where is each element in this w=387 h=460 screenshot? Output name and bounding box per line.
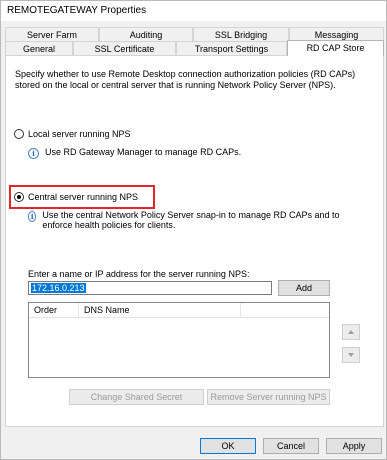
list-header: Order DNS Name: [29, 303, 329, 318]
server-address-input[interactable]: 172.16.0.213: [28, 281, 272, 295]
column-order[interactable]: Order: [29, 303, 79, 317]
tab-ssl-bridging[interactable]: SSL Bridging: [193, 27, 289, 41]
tab-server-farm[interactable]: Server Farm: [5, 27, 99, 41]
central-server-info-text: Use the central Network Policy Server sn…: [42, 210, 340, 230]
central-server-radio[interactable]: [14, 192, 24, 202]
local-server-label: Local server running NPS: [28, 129, 131, 139]
arrow-up-icon: [348, 330, 354, 334]
window-title: REMOTEGATEWAY Properties: [7, 5, 147, 16]
arrow-down-icon: [348, 353, 354, 357]
tab-ssl-certificate[interactable]: SSL Certificate: [73, 41, 176, 55]
central-server-info: i Use the central Network Policy Server …: [28, 210, 348, 230]
move-up-button[interactable]: [342, 324, 360, 340]
title-bar[interactable]: REMOTEGATEWAY Properties: [1, 1, 386, 21]
tab-messaging[interactable]: Messaging: [289, 27, 384, 41]
nps-server-list[interactable]: Order DNS Name: [28, 302, 330, 378]
local-server-radio[interactable]: [14, 129, 24, 139]
remove-server-button[interactable]: Remove Server running NPS: [207, 389, 330, 405]
tab-transport-settings[interactable]: Transport Settings: [176, 41, 287, 55]
server-entry-label: Enter a name or IP address for the serve…: [28, 269, 250, 279]
tab-general[interactable]: General: [5, 41, 73, 55]
info-icon: i: [28, 211, 37, 222]
cancel-button[interactable]: Cancel: [263, 438, 319, 454]
central-server-radio-row[interactable]: Central server running NPS: [14, 192, 138, 202]
move-down-button[interactable]: [342, 347, 360, 363]
local-server-info: i Use RD Gateway Manager to manage RD CA…: [28, 147, 368, 159]
server-address-value: 172.16.0.213: [31, 283, 86, 293]
properties-dialog: REMOTEGATEWAY Properties Server Farm Aud…: [0, 0, 387, 460]
tab-panel-rd-cap-store: Specify whether to use Remote Desktop co…: [5, 55, 384, 427]
local-server-radio-row[interactable]: Local server running NPS: [14, 129, 131, 139]
change-shared-secret-button[interactable]: Change Shared Secret: [69, 389, 204, 405]
tab-auditing[interactable]: Auditing: [99, 27, 193, 41]
central-server-label: Central server running NPS: [28, 192, 139, 202]
apply-button[interactable]: Apply: [326, 438, 382, 454]
column-dns-name[interactable]: DNS Name: [79, 303, 241, 317]
ok-button[interactable]: OK: [200, 438, 256, 454]
add-server-button[interactable]: Add: [278, 280, 330, 296]
local-server-info-text: Use RD Gateway Manager to manage RD CAPs…: [45, 147, 242, 157]
tab-rd-cap-store[interactable]: RD CAP Store: [287, 40, 384, 56]
description-text: Specify whether to use Remote Desktop co…: [15, 69, 356, 90]
info-icon: i: [28, 148, 39, 159]
